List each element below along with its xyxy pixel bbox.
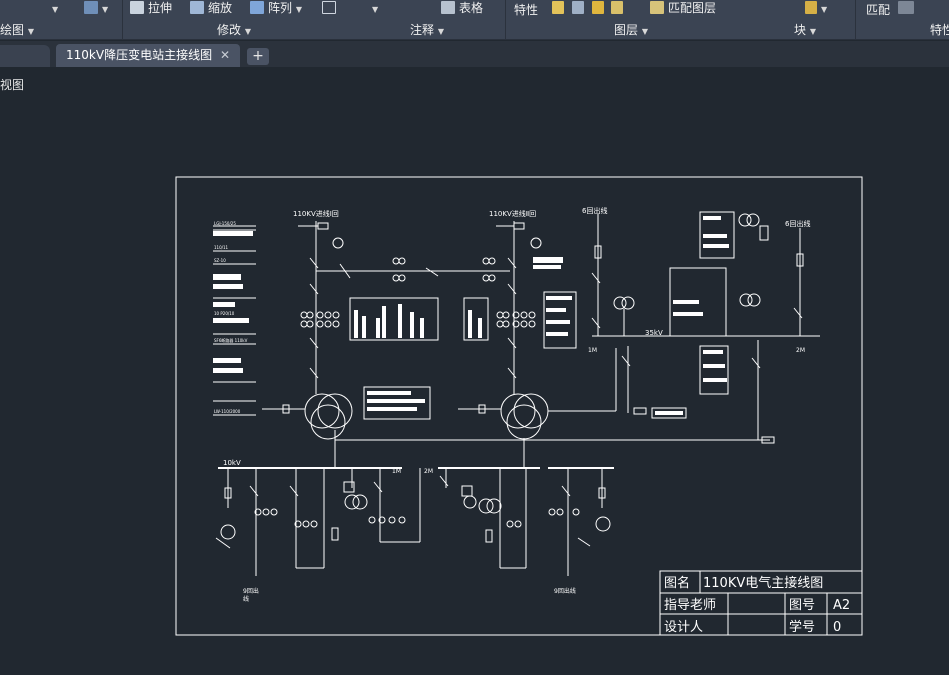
spec-text-5: SF6断路器 110kV	[214, 337, 248, 343]
out9b-label: 9回出线	[554, 587, 576, 595]
main-transformer-2	[334, 348, 770, 448]
move-tool[interactable]: ▼	[84, 0, 108, 18]
10kv-feeders	[215, 468, 611, 576]
layer-state-icon	[552, 1, 564, 14]
array-button[interactable]: 阵列 ▼	[250, 0, 302, 18]
document-tab-bar: 110kV降压变电站主接线图 ✕ +	[0, 41, 949, 67]
offset-icon	[322, 1, 336, 14]
insert-icon	[805, 1, 817, 14]
student-id-value: 0	[833, 620, 841, 635]
10kv-bus	[218, 448, 614, 469]
35kv-2m-label: 2M	[796, 347, 805, 354]
10kv-2m-label: 2M	[424, 468, 433, 475]
draw-panel-title[interactable]: 绘图 ▼	[0, 22, 34, 38]
arrester-group-left	[349, 297, 439, 341]
block-panel-title[interactable]: 块 ▼	[794, 22, 816, 38]
annotation-panel-title[interactable]: 注释 ▼	[410, 22, 444, 38]
drawing-number-value: A2	[833, 598, 850, 613]
offset-tool[interactable]	[322, 0, 340, 18]
stretch-icon	[130, 1, 144, 14]
line2-label: 110KV进线Ⅱ回	[489, 209, 536, 218]
layer-lock-icon	[611, 1, 624, 14]
title-name-value: 110KV电气主接线图	[703, 575, 823, 591]
array-icon	[250, 1, 264, 14]
draw-more-caret[interactable]: ▼	[52, 0, 58, 18]
ct-cluster	[300, 257, 536, 328]
linetype-icon	[898, 1, 914, 14]
text-caret[interactable]: ▼	[372, 0, 378, 18]
table-icon	[441, 1, 455, 14]
match-layer-button[interactable]: 匹配图层	[650, 0, 716, 18]
layers-panel-title[interactable]: 图层 ▼	[614, 22, 648, 38]
schematic-drawing: LGJ-150/25 110/11 SZ-10 10 P20/10 SF6断路器…	[175, 176, 863, 636]
designer-label: 设计人	[664, 620, 703, 635]
student-id-label: 学号	[789, 619, 815, 635]
block-insert-tool[interactable]: ▼	[805, 0, 827, 18]
incoming-feeder-1	[298, 221, 510, 386]
linetype-tool[interactable]	[898, 0, 918, 18]
drawing-number-label: 图号	[789, 598, 815, 613]
teacher-label: 指导老师	[664, 598, 716, 613]
main-transformer-1	[262, 386, 353, 448]
out9a2-label: 线	[243, 595, 249, 603]
10kv-bus-label: 10kV	[223, 459, 241, 467]
spec-text-4: 10 P20/10	[214, 311, 235, 316]
spec-text-3: SZ-10	[214, 258, 226, 263]
spec-text-6: LW-110/2000	[214, 409, 241, 414]
layer-freeze-icon	[591, 1, 604, 14]
match-properties-button[interactable]: 匹配	[866, 2, 890, 20]
close-icon[interactable]: ✕	[220, 44, 230, 67]
drawing-tab[interactable]: 110kV降压变电站主接线图 ✕	[56, 44, 240, 67]
35kv-1m-label: 1M	[588, 347, 597, 354]
table-button[interactable]: 表格	[441, 0, 483, 18]
35kv-feeder-right	[669, 211, 820, 444]
scale-icon	[190, 1, 204, 14]
out9a-label: 9回出	[243, 587, 259, 595]
out6a-label: 6回出线	[582, 206, 607, 215]
35kv-bus-label: 35kV	[645, 329, 663, 337]
spec-legend	[213, 225, 256, 416]
new-tab-button[interactable]: +	[247, 48, 269, 65]
modify-panel-title[interactable]: 修改 ▼	[217, 22, 251, 38]
incoming-feeder-2	[496, 221, 563, 386]
properties-panel-title[interactable]: 特性	[930, 22, 949, 38]
layer-tools[interactable]	[552, 0, 627, 18]
properties-layer-button[interactable]: 特性	[514, 2, 538, 20]
10kv-1m-label: 1M	[392, 468, 401, 475]
out6b-label: 6回出线	[785, 219, 810, 228]
spec-text-1: LGJ-150/25	[214, 221, 236, 226]
line1-label: 110KV进线Ⅰ回	[293, 209, 339, 218]
view-label[interactable]: 俯视图	[0, 76, 24, 93]
spec-text-2: 110/11	[214, 245, 229, 250]
arrester-group-right	[463, 297, 489, 341]
match-layer-icon	[650, 1, 664, 14]
layer-isolate-icon	[571, 1, 584, 14]
scale-button[interactable]: 缩放	[190, 0, 232, 18]
stretch-button[interactable]: 拉伸	[130, 0, 172, 18]
title-name-label: 图名	[664, 575, 690, 591]
previous-doc-tab[interactable]	[0, 45, 50, 67]
drawing-canvas[interactable]: 俯视图 LGJ-150/25 110/11 SZ-10 10 P20/	[0, 68, 949, 675]
ribbon: ▼ ▼ 拉伸 缩放 阵列 ▼ ▼ 表格 特性 匹配图层 ▼ 匹配 绘图 ▼ 修改…	[0, 0, 949, 40]
move-icon	[84, 1, 98, 14]
